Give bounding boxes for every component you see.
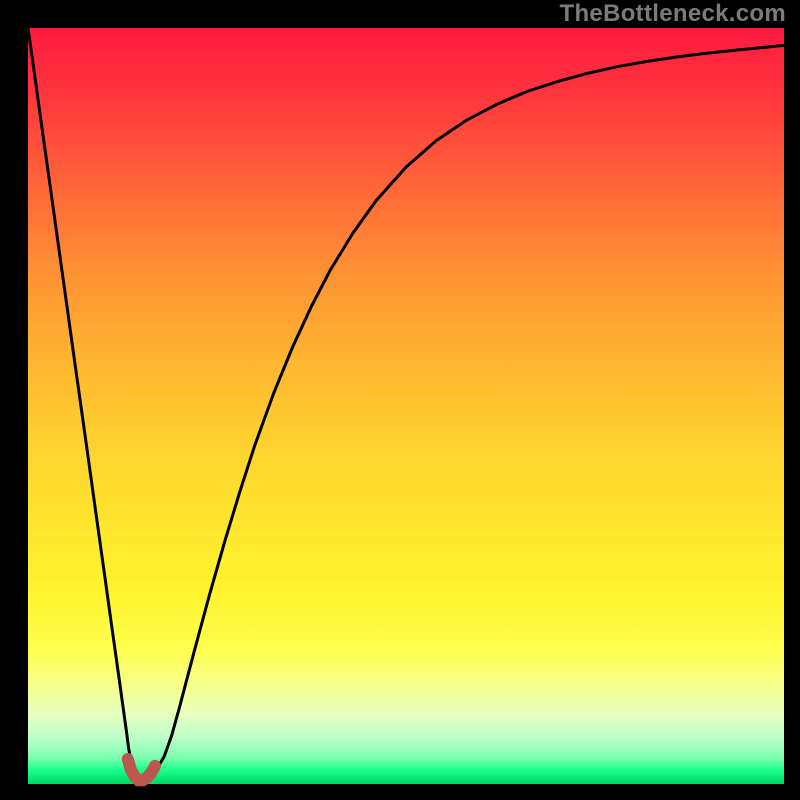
chart-bottom-marker: [128, 759, 155, 780]
watermark-text: TheBottleneck.com: [560, 0, 786, 28]
chart-root: TheBottleneck.com: [0, 0, 800, 800]
chart-curve-path: [28, 28, 784, 782]
chart-curve-layer: [0, 0, 800, 800]
